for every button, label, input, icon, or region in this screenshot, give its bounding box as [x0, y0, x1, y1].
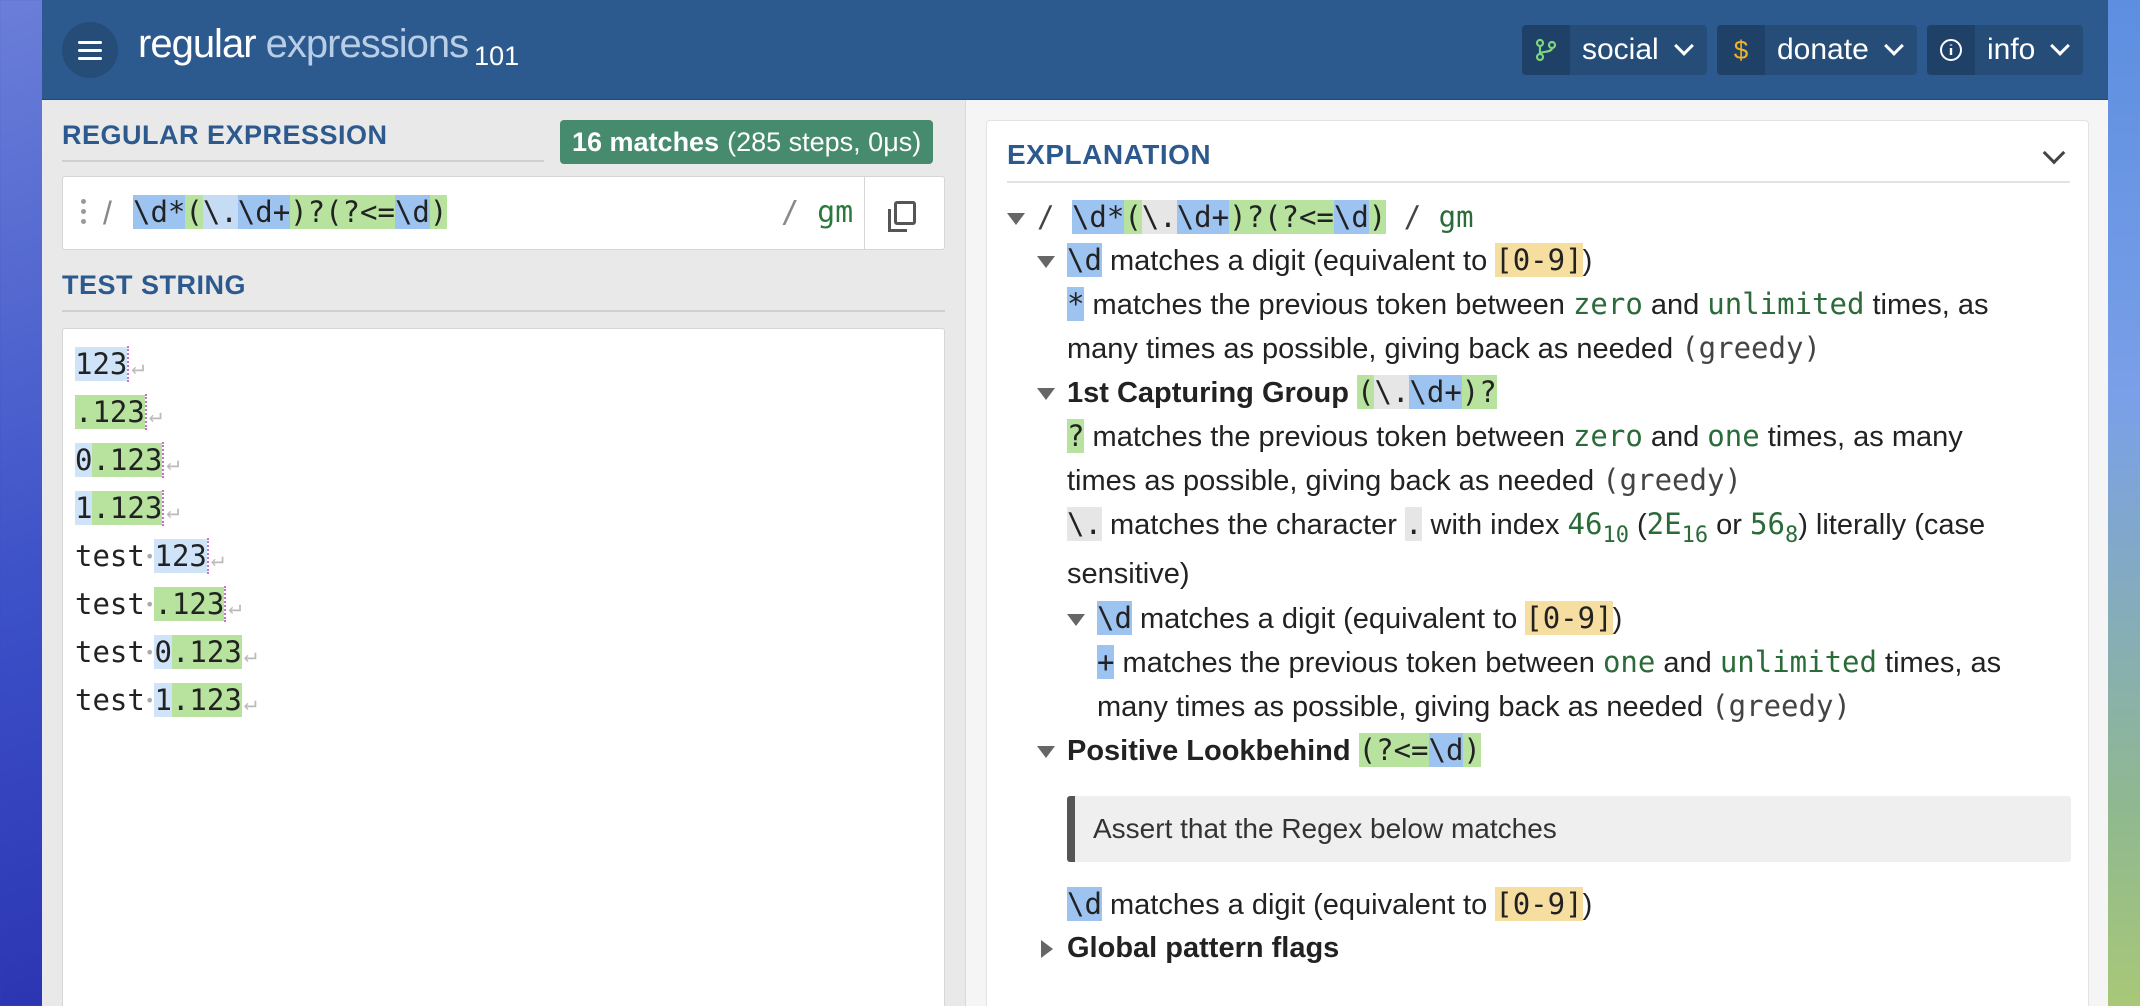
test-line: test•0.123↵	[75, 635, 258, 669]
root-pattern: / \d*(\.\d+)?(?<=\d) / gm	[1037, 200, 1474, 234]
explanation-nested-digit: \d matches a digit (equivalent to [0-9])	[1097, 601, 1623, 635]
test-line: test•.123 ↵	[75, 586, 242, 622]
explanation-dot: \. matches the character . with index 46…	[1067, 507, 1986, 548]
explanation-lookbehind: Positive Lookbehind (?<=\d)	[1067, 733, 1481, 767]
match-steps: (285 steps, 0μs)	[727, 126, 922, 157]
regex-flags[interactable]: / gm	[781, 195, 853, 230]
donate-label: donate	[1777, 33, 1869, 66]
tree-expand-icon[interactable]	[1041, 940, 1053, 958]
editor-panel: REGULAR EXPRESSION 16 matches (285 steps…	[42, 100, 965, 1006]
regex-input[interactable]: / \d*(\.\d+)?(?<=\d) / gm	[62, 176, 945, 250]
chevron-down-icon	[1883, 36, 1904, 56]
test-string-input[interactable]: 123 ↵ .123 ↵ 0.123 ↵ 1.123 ↵ test•123 ↵ test•…	[62, 328, 945, 1006]
dollar-icon: $	[1717, 25, 1765, 75]
collapse-chevron-icon[interactable]	[2042, 141, 2066, 165]
divider	[1007, 181, 2070, 183]
token: )?	[290, 195, 326, 229]
assert-note: Assert that the Regex below matches	[1067, 796, 2071, 862]
regex-close-delimiter: /	[781, 195, 800, 230]
tree-toggle-icon[interactable]	[1037, 746, 1055, 758]
info-button[interactable]: info	[1927, 25, 2084, 75]
token: )	[429, 195, 448, 229]
global-flags-item[interactable]: Global pattern flags	[1067, 929, 1339, 967]
divider	[62, 160, 544, 162]
donate-button[interactable]: $ donate	[1717, 25, 1917, 75]
token: (	[185, 195, 203, 229]
match-highlight: 123	[75, 347, 128, 381]
regex-section-title: REGULAR EXPRESSION	[62, 120, 388, 150]
token: *	[167, 195, 186, 229]
hamburger-menu-button[interactable]	[62, 22, 118, 78]
brand-main: regular	[138, 22, 257, 66]
copy-icon	[887, 201, 916, 232]
tree-toggle-icon[interactable]	[1007, 213, 1025, 225]
social-button[interactable]: social	[1522, 25, 1707, 75]
explanation-star: * matches the previous token between zer…	[1067, 287, 1989, 321]
flags-value: gm	[817, 195, 854, 230]
menu-icon	[78, 48, 102, 52]
app-window: regular expressions 101 social $ donate i…	[42, 0, 2108, 1006]
git-branch-icon	[1522, 25, 1570, 75]
brand-second: expressions	[265, 22, 469, 66]
tree-toggle-icon[interactable]	[1037, 256, 1055, 268]
drag-handle-icon[interactable]	[81, 199, 87, 227]
divider	[62, 310, 945, 312]
explanation-plus: + matches the previous token between one…	[1097, 645, 2002, 679]
tree-toggle-icon[interactable]	[1037, 388, 1055, 400]
chevron-down-icon	[1673, 36, 1694, 56]
social-label: social	[1582, 33, 1659, 66]
test-section-title: TEST STRING	[62, 270, 247, 300]
token: \d	[133, 195, 168, 229]
explanation-title: EXPLANATION	[1007, 139, 1212, 170]
explanation-lookbehind-digit: \d matches a digit (equivalent to [0-9])	[1067, 887, 1593, 921]
info-label: info	[1987, 33, 2036, 66]
explanation-dot-cont: sensitive)	[1067, 558, 1190, 590]
test-line: .123 ↵	[75, 394, 163, 430]
token: \d	[237, 195, 273, 229]
brand-suffix: 101	[474, 41, 520, 71]
test-line: test•1.123↵	[75, 683, 258, 717]
explanation-panel: EXPLANATION / \d*(\.\d+)?(?<=\d) / gm \d…	[965, 100, 2108, 1006]
explanation-group1: 1st Capturing Group (\.\d+)?	[1067, 375, 1497, 409]
test-line: 0.123 ↵	[75, 442, 180, 478]
token: \d	[394, 195, 430, 229]
match-count-badge: 16 matches (285 steps, 0μs)	[560, 120, 934, 164]
explanation-star-cont: many times as possible, giving back as n…	[1067, 331, 1821, 365]
desktop-wallpaper	[2106, 0, 2140, 1006]
regex-open-delimiter: /	[103, 195, 112, 231]
regex-pattern[interactable]: \d*(\.\d+)?(?<=\d)	[133, 195, 448, 229]
token: \.	[202, 195, 238, 229]
chevron-down-icon	[2050, 36, 2071, 56]
explanation-plus-cont: many times as possible, giving back as n…	[1097, 689, 1851, 723]
tree-toggle-icon[interactable]	[1067, 614, 1085, 626]
match-highlight: .123	[75, 395, 145, 429]
explanation-card: EXPLANATION / \d*(\.\d+)?(?<=\d) / gm \d…	[986, 120, 2089, 1006]
app-logo[interactable]: regular expressions 101	[138, 22, 519, 71]
explanation-digit: \d matches a digit (equivalent to [0-9])	[1067, 243, 1593, 277]
test-line: 1.123 ↵	[75, 490, 180, 526]
test-line: 123 ↵	[75, 346, 145, 382]
copy-button[interactable]	[864, 177, 944, 249]
token: +	[272, 195, 291, 229]
explanation-question-cont: times as possible, giving back as needed…	[1067, 463, 1742, 497]
match-count: 16 matches	[572, 126, 720, 157]
explanation-question: ? matches the previous token between zer…	[1067, 419, 1963, 453]
token: (?<=	[325, 195, 395, 229]
top-header: regular expressions 101 social $ donate i…	[42, 0, 2108, 100]
info-icon	[1927, 25, 1975, 75]
test-line: test•123 ↵	[75, 538, 225, 574]
